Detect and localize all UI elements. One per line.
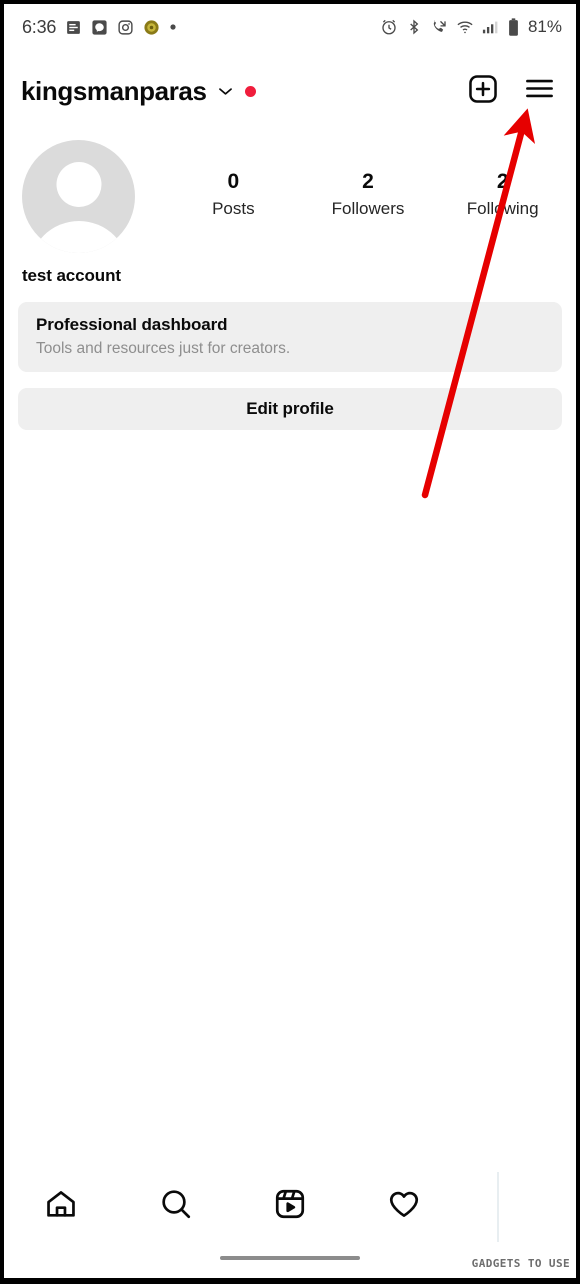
avatar-column: test account xyxy=(4,140,166,286)
stat-posts-value: 0 xyxy=(227,170,240,193)
home-icon xyxy=(44,1187,78,1226)
battery-icon xyxy=(508,17,519,37)
profile-section: test account 0 Posts 2 Followers 2 Follo… xyxy=(4,140,576,286)
heart-icon xyxy=(387,1187,421,1226)
nav-search[interactable] xyxy=(118,1187,232,1226)
stat-following-label: Following xyxy=(466,199,539,218)
alarm-icon xyxy=(380,18,398,36)
avatar-head xyxy=(56,162,101,207)
status-bar-right: 81% xyxy=(380,17,562,37)
facebook-messenger-icon xyxy=(91,19,108,36)
stat-following-value: 2 xyxy=(496,170,509,193)
phone-screen: 6:36 81% kingsmanparas test account 0 Po… xyxy=(4,4,576,1278)
professional-dashboard-title: Professional dashboard xyxy=(36,315,228,334)
bluetooth-icon xyxy=(406,19,422,35)
cellular-signal-icon xyxy=(482,19,500,35)
unread-indicator-dot xyxy=(244,85,256,97)
stat-followers-value: 2 xyxy=(362,170,374,193)
status-bar: 6:36 81% xyxy=(4,4,576,50)
chevron-down-icon[interactable] xyxy=(216,82,235,101)
missed-call-icon xyxy=(430,18,448,36)
more-dot-icon xyxy=(169,23,177,31)
bottom-navigation-bar xyxy=(4,1176,576,1236)
wifi-icon xyxy=(456,18,474,36)
stat-posts-label: Posts xyxy=(212,199,255,218)
status-clock: 6:36 xyxy=(22,16,57,37)
stat-followers[interactable]: 2 Followers xyxy=(301,170,436,219)
stat-following[interactable]: 2 Following xyxy=(435,170,570,219)
hamburger-menu-icon[interactable] xyxy=(523,72,556,110)
watermark-text: GADGETS TO USE xyxy=(471,1257,570,1270)
nav-reels[interactable] xyxy=(233,1187,347,1226)
edit-profile-button[interactable]: Edit profile xyxy=(18,388,562,430)
nav-home[interactable] xyxy=(4,1187,118,1226)
profile-stats: 0 Posts 2 Followers 2 Following xyxy=(166,140,576,219)
app-header: kingsmanparas xyxy=(4,62,576,120)
instagram-icon xyxy=(117,19,134,36)
stat-followers-label: Followers xyxy=(331,199,405,218)
app-badge-icon xyxy=(143,19,160,36)
battery-percentage: 81% xyxy=(527,17,562,36)
professional-dashboard-card[interactable]: Professional dashboard Tools and resourc… xyxy=(18,302,562,372)
avatar-body xyxy=(28,221,129,253)
status-bar-left: 6:36 xyxy=(22,17,177,38)
default-avatar-icon[interactable] xyxy=(22,140,135,253)
reels-icon xyxy=(273,1187,307,1226)
profile-full-name: test account xyxy=(22,266,121,285)
header-actions xyxy=(467,72,560,110)
account-username[interactable]: kingsmanparas xyxy=(21,76,207,107)
nav-activity[interactable] xyxy=(347,1187,461,1226)
search-icon xyxy=(159,1187,193,1226)
create-icon[interactable] xyxy=(467,73,499,110)
stat-posts[interactable]: 0 Posts xyxy=(166,170,301,219)
home-gesture-indicator[interactable] xyxy=(220,1256,360,1260)
professional-dashboard-subtitle: Tools and resources just for creators. xyxy=(36,340,291,357)
notes-icon xyxy=(65,19,82,36)
